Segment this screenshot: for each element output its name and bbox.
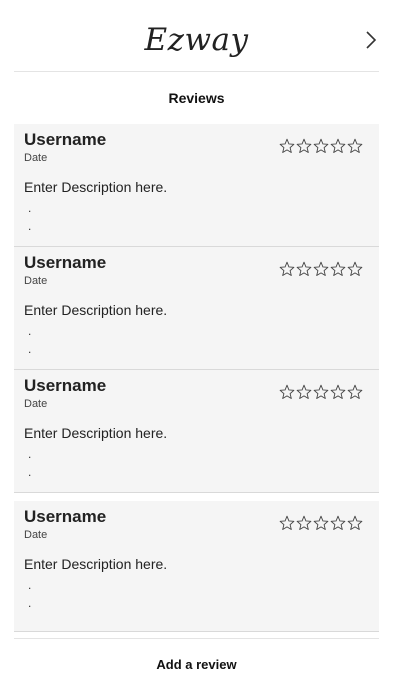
review-ellipsis-dot: . <box>28 324 32 338</box>
review-date: Date <box>24 152 48 164</box>
star-icon[interactable] <box>279 384 295 400</box>
star-icon[interactable] <box>313 384 329 400</box>
page-title: Reviews <box>168 90 225 106</box>
review-description: Enter Description here. <box>24 302 168 318</box>
review-username: Username <box>24 130 107 149</box>
review-ellipsis-dot: . <box>28 201 32 215</box>
star-icon[interactable] <box>330 515 346 531</box>
review-item: Username Date Enter Description here. . … <box>14 124 379 247</box>
star-icon[interactable] <box>296 515 312 531</box>
star-icon[interactable] <box>313 515 329 531</box>
star-icon[interactable] <box>296 384 312 400</box>
star-icon[interactable] <box>296 138 312 154</box>
star-icon[interactable] <box>330 261 346 277</box>
review-username: Username <box>24 507 107 526</box>
add-review-button[interactable]: Add a review <box>0 657 393 672</box>
star-icon[interactable] <box>347 261 363 277</box>
review-description: Enter Description here. <box>24 425 168 441</box>
review-item: Username Date Enter Description here. . … <box>14 247 379 370</box>
star-icon[interactable] <box>347 384 363 400</box>
star-rating[interactable] <box>279 515 363 531</box>
star-icon[interactable] <box>330 138 346 154</box>
review-description: Enter Description here. <box>24 179 168 195</box>
review-username: Username <box>24 253 107 272</box>
review-item: Username Date Enter Description here. . … <box>14 501 379 632</box>
review-username: Username <box>24 376 107 395</box>
header-divider <box>14 71 379 72</box>
star-icon[interactable] <box>313 261 329 277</box>
star-icon[interactable] <box>279 138 295 154</box>
star-rating[interactable] <box>279 261 363 277</box>
review-ellipsis-dot: . <box>28 219 32 233</box>
review-date: Date <box>24 529 48 541</box>
review-date: Date <box>24 275 48 287</box>
star-icon[interactable] <box>296 261 312 277</box>
star-icon[interactable] <box>347 515 363 531</box>
review-ellipsis-dot: . <box>28 596 32 610</box>
footer-divider <box>14 638 379 639</box>
star-icon[interactable] <box>313 138 329 154</box>
star-rating[interactable] <box>279 384 363 400</box>
star-icon[interactable] <box>279 261 295 277</box>
review-ellipsis-dot: . <box>28 578 32 592</box>
review-ellipsis-dot: . <box>28 342 32 356</box>
chevron-right-icon[interactable] <box>363 28 379 52</box>
review-date: Date <box>24 398 48 410</box>
star-icon[interactable] <box>347 138 363 154</box>
star-icon[interactable] <box>330 384 346 400</box>
review-ellipsis-dot: . <box>28 465 32 479</box>
star-rating[interactable] <box>279 138 363 154</box>
review-item: Username Date Enter Description here. . … <box>14 370 379 493</box>
star-icon[interactable] <box>279 515 295 531</box>
review-ellipsis-dot: . <box>28 447 32 461</box>
review-description: Enter Description here. <box>24 556 168 572</box>
brand-logo: Ezway <box>144 22 249 58</box>
app-header: Ezway <box>0 0 393 70</box>
review-list: Username Date Enter Description here. . … <box>14 124 379 632</box>
